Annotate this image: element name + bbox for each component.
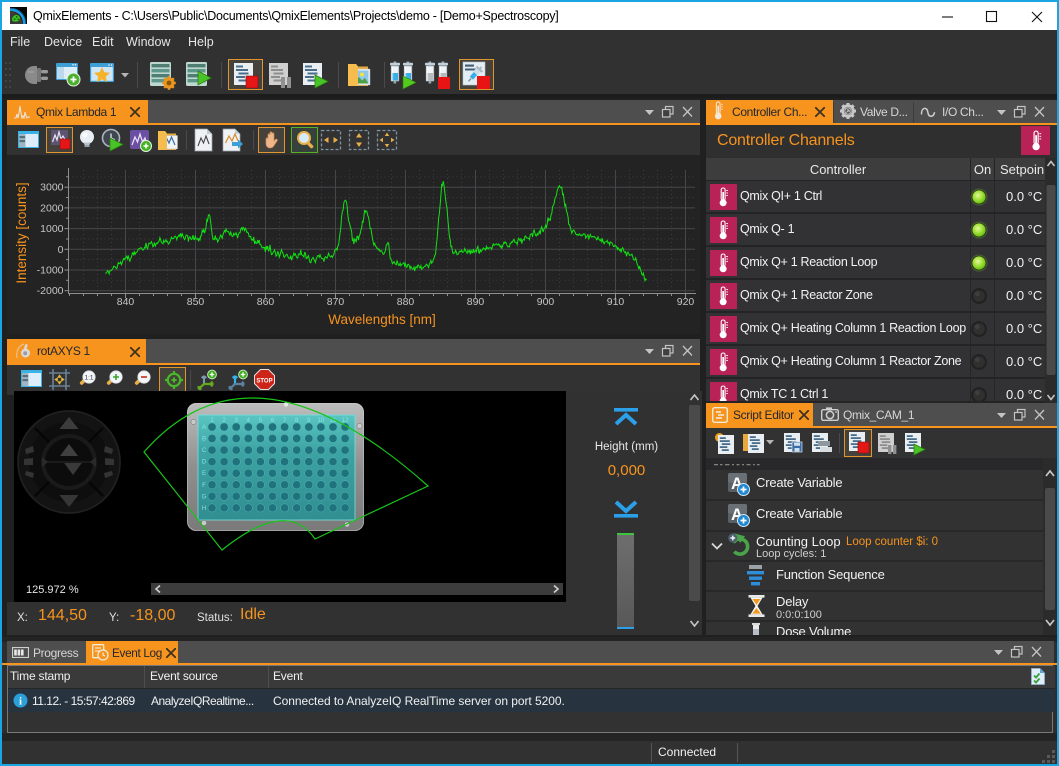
svg-text:Wavelengths [nm]: Wavelengths [nm] <box>328 312 436 327</box>
svg-text:1000: 1000 <box>40 223 64 235</box>
svg-text:850: 850 <box>187 296 205 308</box>
svg-text:0: 0 <box>58 244 64 256</box>
svg-text:125.972 %: 125.972 % <box>26 584 79 596</box>
svg-text:880: 880 <box>397 296 415 308</box>
svg-text:2000: 2000 <box>40 202 64 214</box>
svg-text:10: 10 <box>318 418 325 424</box>
svg-text:G: G <box>202 494 207 500</box>
svg-text:840: 840 <box>117 296 135 308</box>
svg-text:870: 870 <box>327 296 345 308</box>
svg-text:890: 890 <box>467 296 485 308</box>
svg-text:910: 910 <box>607 296 625 308</box>
svg-text:B: B <box>202 437 206 443</box>
svg-text:860: 860 <box>257 296 275 308</box>
svg-text:D: D <box>202 460 207 466</box>
svg-text:STOP: STOP <box>256 379 272 385</box>
svg-text:C: C <box>202 448 207 454</box>
svg-text:A: A <box>202 425 206 431</box>
svg-text:E: E <box>202 471 206 477</box>
svg-text:-2000: -2000 <box>37 285 64 297</box>
svg-text:H: H <box>202 506 206 512</box>
svg-text:F: F <box>202 483 206 489</box>
svg-text:12: 12 <box>342 418 349 424</box>
svg-text:1:1: 1:1 <box>84 375 93 382</box>
svg-text:920: 920 <box>677 296 695 308</box>
svg-text:i: i <box>19 696 22 708</box>
svg-text:-1000: -1000 <box>37 265 64 277</box>
svg-text:3000: 3000 <box>40 182 64 194</box>
svg-text:900: 900 <box>537 296 555 308</box>
svg-text:Intensity [counts]: Intensity [counts] <box>14 182 29 283</box>
